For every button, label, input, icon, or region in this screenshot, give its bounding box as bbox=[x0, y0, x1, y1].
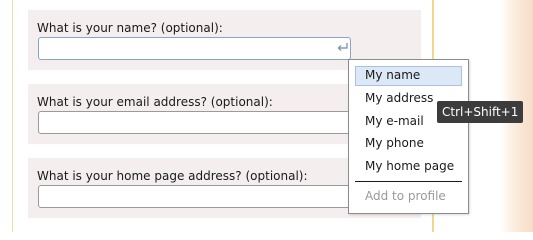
email-field-label: What is your email address? (optional): bbox=[37, 95, 273, 109]
autofill-popup-menu: My name My address My e-mail My phone My… bbox=[348, 59, 469, 214]
email-input[interactable] bbox=[38, 111, 351, 134]
shortcut-tooltip: Ctrl+Shift+1 bbox=[437, 101, 524, 123]
left-page-border bbox=[12, 0, 13, 232]
name-field-label: What is your name? (optional): bbox=[37, 21, 223, 35]
homepage-field-label: What is your home page address? (optiona… bbox=[37, 169, 308, 183]
enter-key-icon[interactable] bbox=[336, 42, 350, 54]
menu-item-my-home-page[interactable]: My home page bbox=[355, 157, 462, 177]
menu-item-my-name[interactable]: My name bbox=[355, 66, 462, 86]
menu-item-add-to-profile: Add to profile bbox=[365, 189, 446, 203]
name-input[interactable] bbox=[38, 37, 351, 60]
menu-item-my-phone[interactable]: My phone bbox=[355, 134, 462, 154]
menu-separator bbox=[355, 181, 462, 182]
page: What is your name? (optional): What is y… bbox=[0, 0, 533, 232]
homepage-input[interactable] bbox=[38, 185, 351, 208]
